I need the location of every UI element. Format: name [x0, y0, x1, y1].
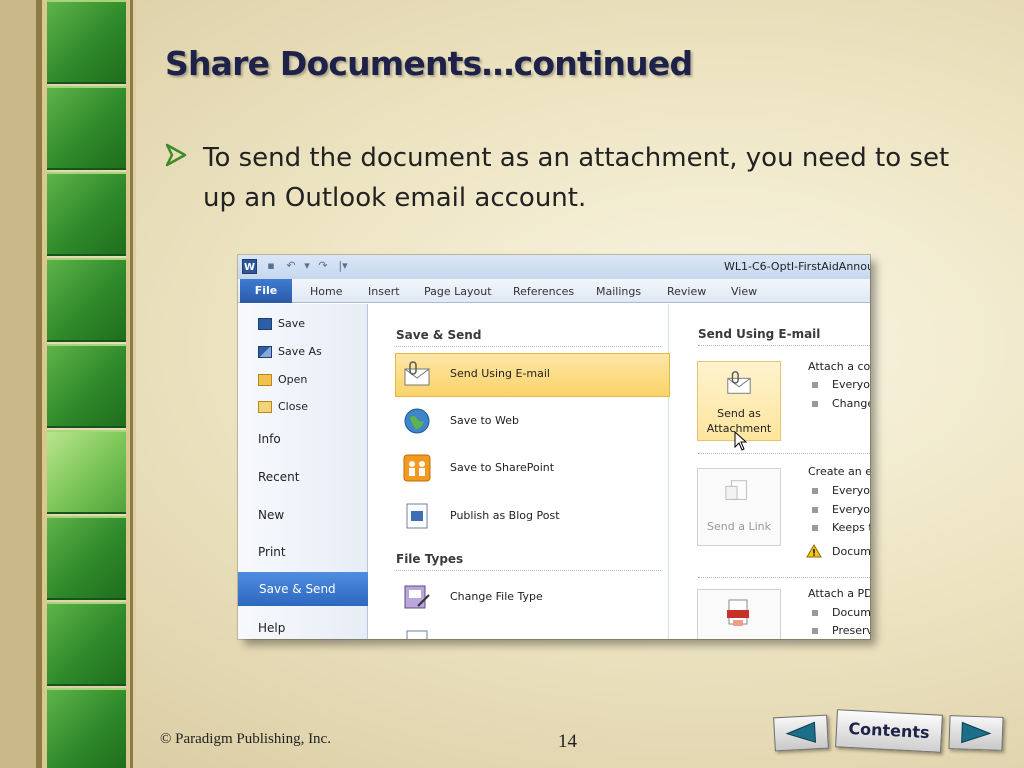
email-attachment-icon	[404, 361, 430, 386]
green-tile	[47, 602, 126, 686]
backstage-tab-print[interactable]: Print	[258, 545, 286, 559]
green-tile	[47, 172, 126, 256]
link-bullet: Everyon	[812, 484, 870, 497]
contents-button[interactable]: Contents	[835, 709, 943, 753]
tab-insert[interactable]: Insert	[368, 285, 400, 298]
backstage-close[interactable]: Close	[258, 400, 308, 413]
previous-slide-button[interactable]	[773, 714, 829, 752]
link-bullet: Everyon	[812, 503, 870, 516]
create-email-text: Create an e-	[808, 465, 870, 478]
dropdown-arrow-icon[interactable]: ▾	[300, 259, 314, 273]
slide-title: Share Documents…continued	[165, 44, 693, 83]
green-tile	[47, 86, 126, 170]
link-warning-text: Docum	[832, 545, 870, 558]
save-icon[interactable]: ▪	[264, 259, 278, 273]
file-types-header: File Types	[396, 552, 464, 566]
option-label: Send Using E-mail	[450, 367, 550, 380]
backstage-tab-info[interactable]: Info	[258, 432, 281, 446]
word-backstage-screenshot: W ▪ ↶ ▾ ↷ |▾ WL1-C6-OptI-FirstAidAnnou F…	[238, 255, 870, 639]
divider	[698, 345, 870, 346]
backstage-open[interactable]: Open	[258, 373, 307, 386]
attach-bullet: Change	[812, 397, 870, 410]
close-folder-icon	[258, 401, 272, 413]
attachment-icon	[727, 371, 751, 394]
send-using-email-header: Send Using E-mail	[698, 327, 821, 341]
divider	[396, 570, 661, 571]
option-save-to-web[interactable]: Save to Web	[450, 414, 519, 427]
tab-view[interactable]: View	[731, 285, 757, 298]
file-type-icon	[406, 630, 428, 639]
green-tile-highlight	[47, 430, 126, 514]
backstage-tab-new[interactable]: New	[258, 508, 284, 522]
open-folder-icon	[258, 374, 272, 386]
option-save-to-sharepoint[interactable]: Save to SharePoint	[450, 461, 554, 474]
divider	[396, 346, 661, 347]
attach-copy-text: Attach a cop	[808, 360, 870, 373]
triangle-left-icon	[785, 721, 817, 743]
save-as-icon	[258, 346, 272, 358]
backstage-tab-recent[interactable]: Recent	[258, 470, 299, 484]
pdf-bullet: Preserv	[812, 624, 870, 637]
tab-home[interactable]: Home	[310, 285, 342, 298]
triangle-right-icon	[961, 721, 992, 744]
backstage-tab-save-send-label: Save & Send	[259, 582, 336, 596]
window-title: WL1-C6-OptI-FirstAidAnnou	[724, 260, 870, 273]
tab-page-layout[interactable]: Page Layout	[424, 285, 492, 298]
backstage-save-as[interactable]: Save As	[258, 345, 322, 358]
backstage-save[interactable]: Save	[258, 317, 305, 330]
arrow-bullet-icon	[165, 143, 187, 167]
pdf-bullet: Docum	[812, 606, 870, 619]
green-tile	[47, 344, 126, 428]
blog-post-icon[interactable]	[402, 501, 432, 531]
customize-qat-icon[interactable]: |▾	[336, 259, 350, 273]
divider	[698, 577, 870, 578]
tab-mailings[interactable]: Mailings	[596, 285, 641, 298]
copyright-footer: © Paradigm Publishing, Inc.	[160, 731, 331, 747]
tab-file[interactable]: File	[240, 279, 292, 303]
page-number: 14	[558, 731, 577, 752]
green-tile	[47, 688, 126, 768]
pdf-icon	[727, 599, 749, 626]
redo-icon[interactable]: ↷	[316, 259, 330, 273]
word-logo-icon: W	[242, 259, 257, 274]
mouse-cursor-icon	[734, 431, 748, 451]
warning-icon	[806, 544, 822, 558]
backstage-tab-help[interactable]: Help	[258, 621, 285, 635]
tab-references[interactable]: References	[513, 285, 574, 298]
attach-bullet: Everyon	[812, 378, 870, 391]
tab-review[interactable]: Review	[667, 285, 706, 298]
sharepoint-icon[interactable]	[402, 453, 432, 483]
link-document-icon	[725, 480, 747, 500]
save-send-header: Save & Send	[396, 328, 482, 342]
save-icon	[258, 318, 272, 330]
green-tile	[47, 0, 126, 84]
globe-icon[interactable]	[402, 406, 432, 436]
next-slide-button[interactable]	[948, 715, 1004, 751]
undo-icon[interactable]: ↶	[284, 259, 298, 273]
bullet-text: To send the document as an attachment, y…	[203, 143, 950, 213]
green-tile	[47, 516, 126, 600]
attach-pdf-text: Attach a PD	[808, 587, 870, 600]
divider	[698, 453, 870, 454]
change-file-type-icon[interactable]	[402, 582, 432, 612]
link-bullet: Keeps t	[812, 521, 870, 534]
option-change-file-type[interactable]: Change File Type	[450, 590, 543, 603]
option-publish-as-blog-post[interactable]: Publish as Blog Post	[450, 509, 560, 522]
send-a-link-label: Send a Link	[707, 520, 771, 533]
green-tile	[47, 258, 126, 342]
